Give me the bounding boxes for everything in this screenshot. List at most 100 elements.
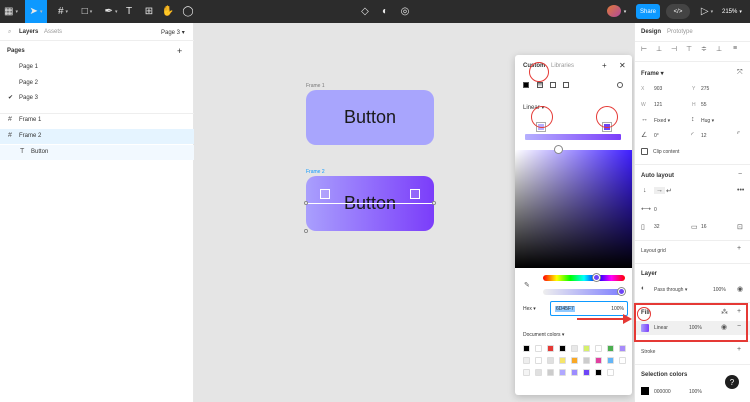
- mask-icon[interactable]: ◐: [378, 0, 392, 23]
- frame-tool-icon[interactable]: # ▾: [52, 0, 74, 23]
- color-swatch[interactable]: [523, 345, 530, 352]
- tab-layers[interactable]: Layers: [19, 29, 38, 35]
- color-swatch[interactable]: [583, 369, 590, 376]
- page-item[interactable]: Page 2: [0, 77, 194, 91]
- color-knob[interactable]: [555, 146, 562, 153]
- layer-opacity-field[interactable]: 100%: [713, 287, 726, 293]
- resources-icon[interactable]: ⊞: [142, 0, 156, 23]
- width-mode-select[interactable]: Fixed ▾: [654, 118, 670, 124]
- move-tool-icon[interactable]: ➤ ▾: [25, 0, 47, 23]
- hex-value[interactable]: 6D45F7: [555, 306, 575, 312]
- gap-field[interactable]: 0: [654, 207, 657, 213]
- color-swatch[interactable]: [607, 345, 614, 352]
- add-icon[interactable]: +: [737, 245, 741, 252]
- zoom-level[interactable]: 215% ▾: [722, 0, 742, 23]
- clip-checkbox[interactable]: [641, 148, 648, 155]
- alpha-slider[interactable]: [543, 289, 625, 295]
- color-swatch[interactable]: [559, 357, 566, 364]
- boolean-icon[interactable]: ◎: [398, 0, 412, 23]
- more-icon[interactable]: •••: [737, 187, 744, 194]
- tab-assets[interactable]: Assets: [44, 29, 62, 35]
- remove-icon[interactable]: −: [738, 171, 742, 178]
- wrap-icon[interactable]: ↵: [666, 187, 672, 195]
- resize-handle[interactable]: [432, 201, 436, 205]
- independent-corners-icon[interactable]: ⌜: [737, 131, 740, 139]
- height-mode-select[interactable]: Hug ▾: [701, 118, 714, 124]
- image-icon[interactable]: [550, 82, 556, 88]
- selection-color-opacity[interactable]: 100%: [689, 389, 702, 395]
- color-swatch[interactable]: [583, 357, 590, 364]
- color-swatch[interactable]: [535, 369, 542, 376]
- resize-to-fit-icon[interactable]: ⤧: [737, 69, 743, 77]
- direction-down-icon[interactable]: ↓: [643, 187, 647, 194]
- dev-mode-toggle[interactable]: </>: [666, 4, 690, 19]
- page-item[interactable]: ✔ Page 3: [0, 92, 194, 106]
- close-icon[interactable]: ✕: [619, 61, 626, 70]
- padding-options-icon[interactable]: ⊡: [737, 223, 743, 231]
- distribute-icon[interactable]: ≡: [733, 45, 737, 52]
- color-swatch[interactable]: [535, 345, 542, 352]
- hue-knob[interactable]: [593, 274, 600, 281]
- help-button[interactable]: ?: [725, 375, 739, 389]
- comment-icon[interactable]: ◯: [181, 0, 195, 23]
- x-field[interactable]: 903: [654, 86, 662, 92]
- y-field[interactable]: 275: [701, 86, 709, 92]
- solid-icon[interactable]: [523, 82, 529, 88]
- align-right-icon[interactable]: ⊣: [671, 45, 677, 53]
- document-colors-select[interactable]: Document colors ▾: [523, 332, 564, 338]
- color-swatch[interactable]: [523, 357, 530, 364]
- add-icon[interactable]: +: [737, 346, 741, 353]
- color-swatch[interactable]: [547, 369, 554, 376]
- blend-icon[interactable]: [617, 82, 623, 88]
- eyedropper-icon[interactable]: ✎: [524, 281, 530, 289]
- layer-row[interactable]: # Frame 2: [0, 129, 194, 144]
- play-icon[interactable]: ▷ ▾: [700, 0, 714, 23]
- linear-icon[interactable]: [537, 82, 543, 88]
- component-icon[interactable]: ◇: [358, 0, 372, 23]
- frame-label[interactable]: Frame 1: [306, 83, 325, 89]
- selection-color-swatch[interactable]: [641, 387, 649, 395]
- gradient-stop-handle[interactable]: [320, 189, 330, 199]
- color-swatch[interactable]: [595, 369, 602, 376]
- hex-input[interactable]: 6D45F7 100%: [550, 301, 628, 316]
- main-menu-icon[interactable]: ▦ ▾: [0, 0, 22, 23]
- color-swatch[interactable]: [571, 369, 578, 376]
- color-format-select[interactable]: Hex ▾: [523, 306, 536, 312]
- color-swatch[interactable]: [547, 345, 554, 352]
- saturation-area[interactable]: [515, 150, 632, 268]
- tab-prototype[interactable]: Prototype: [667, 29, 693, 35]
- frame-label[interactable]: Frame 2: [306, 169, 325, 175]
- color-swatch[interactable]: [607, 357, 614, 364]
- chevron-down-icon[interactable]: ▾: [621, 0, 629, 23]
- color-swatch[interactable]: [595, 345, 602, 352]
- height-field[interactable]: 55: [701, 102, 707, 108]
- rotation-field[interactable]: 0°: [654, 133, 659, 139]
- color-swatch[interactable]: [523, 369, 530, 376]
- layer-row[interactable]: T Button: [0, 145, 194, 160]
- padding-h-field[interactable]: 32: [654, 224, 660, 230]
- color-swatch[interactable]: [535, 357, 542, 364]
- gradient-stop-handle[interactable]: [410, 189, 420, 199]
- direction-right-icon[interactable]: →: [654, 187, 665, 194]
- search-icon[interactable]: ⌕: [8, 29, 11, 36]
- width-field[interactable]: 121: [654, 102, 662, 108]
- video-icon[interactable]: [563, 82, 569, 88]
- align-middle-icon[interactable]: ≑: [701, 45, 707, 53]
- page-switcher[interactable]: Page 3 ▾: [161, 29, 185, 36]
- color-swatch[interactable]: [559, 369, 566, 376]
- frame-1[interactable]: Button: [306, 90, 434, 145]
- add-icon[interactable]: +: [602, 61, 607, 70]
- align-top-icon[interactable]: ⊤: [686, 45, 692, 53]
- tab-libraries[interactable]: Libraries: [551, 63, 574, 69]
- align-bottom-icon[interactable]: ⊥: [716, 45, 722, 53]
- color-swatch[interactable]: [571, 345, 578, 352]
- shape-tool-icon[interactable]: □ ▾: [76, 0, 98, 23]
- add-page-icon[interactable]: +: [177, 46, 182, 56]
- radius-field[interactable]: 12: [701, 133, 707, 139]
- color-swatch[interactable]: [607, 369, 614, 376]
- avatar[interactable]: [607, 5, 621, 17]
- layer-row[interactable]: # Frame 1: [0, 113, 194, 128]
- color-swatch[interactable]: [559, 345, 566, 352]
- frame-section-title[interactable]: Frame ▾: [641, 70, 664, 77]
- color-swatch[interactable]: [595, 357, 602, 364]
